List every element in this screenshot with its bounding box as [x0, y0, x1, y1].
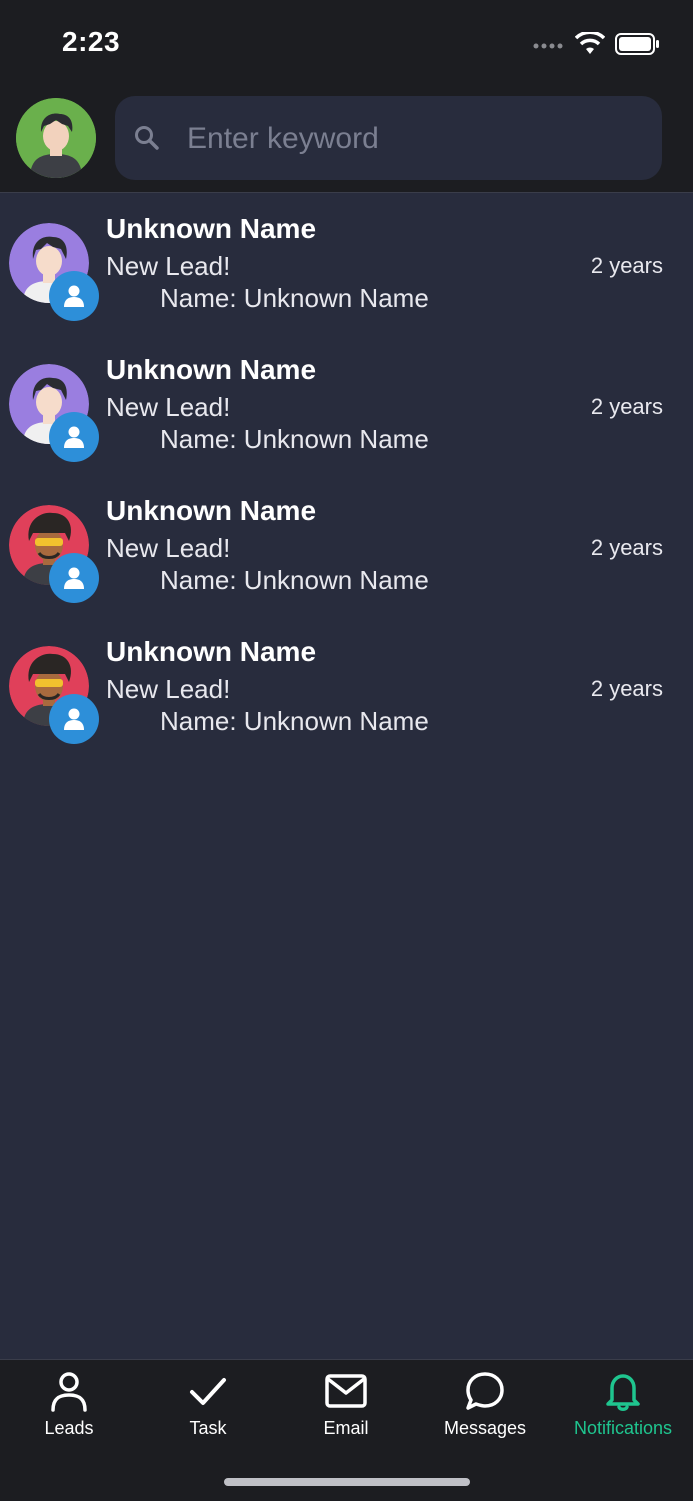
notification-detail: Name: Unknown Name: [160, 283, 429, 313]
status-icons: [533, 32, 661, 56]
notification-detail: Name: Unknown Name: [160, 424, 429, 454]
wifi-icon: [575, 32, 605, 54]
contact-badge-icon: [49, 271, 99, 321]
search-input[interactable]: [185, 114, 639, 164]
notification-item[interactable]: Unknown Name New Lead! Name: Unknown Nam…: [0, 334, 693, 475]
notification-item[interactable]: Unknown Name New Lead! Name: Unknown Nam…: [0, 475, 693, 616]
person-icon: [51, 1372, 87, 1412]
contact-badge-icon: [49, 553, 99, 603]
notification-title: Unknown Name: [106, 636, 317, 667]
header: [0, 88, 693, 193]
notification-title: Unknown Name: [106, 213, 317, 244]
notification-time: 2 years: [590, 676, 663, 701]
signal-icon: [533, 43, 563, 49]
check-icon: [190, 1378, 226, 1405]
tab-notifications[interactable]: Notifications: [554, 1370, 692, 1450]
chat-bubble-icon: [466, 1372, 504, 1410]
notification-subtitle: New Lead!: [106, 674, 231, 704]
home-indicator[interactable]: [224, 1478, 470, 1486]
contact-badge-icon: [49, 412, 99, 462]
notification-time: 2 years: [590, 394, 663, 419]
profile-avatar[interactable]: [16, 98, 96, 178]
tab-messages[interactable]: Messages: [416, 1370, 554, 1450]
tab-leads[interactable]: Leads: [0, 1370, 138, 1450]
mail-icon: [325, 1374, 367, 1408]
notification-title: Unknown Name: [106, 495, 317, 526]
bottom-tab-bar: Leads Task Email Messages Notifications: [0, 1359, 693, 1501]
tab-label: Task: [189, 1418, 227, 1438]
notification-time: 2 years: [590, 253, 663, 278]
avatar-wrap: [9, 223, 101, 321]
tab-email[interactable]: Email: [277, 1370, 415, 1450]
notification-list: Unknown Name New Lead! Name: Unknown Nam…: [0, 193, 693, 757]
avatar-wrap: [9, 505, 101, 603]
tab-label: Email: [323, 1418, 369, 1438]
avatar-wrap: [9, 364, 101, 462]
notification-detail: Name: Unknown Name: [160, 706, 429, 736]
notification-subtitle: New Lead!: [106, 533, 231, 563]
notification-title: Unknown Name: [106, 354, 317, 385]
avatar-wrap: [9, 646, 101, 744]
notification-time: 2 years: [590, 535, 663, 560]
notification-item[interactable]: Unknown Name New Lead! Name: Unknown Nam…: [0, 616, 693, 757]
search-icon: [135, 126, 159, 150]
bell-icon: [606, 1374, 640, 1411]
search-box: [115, 96, 662, 180]
notification-subtitle: New Lead!: [106, 251, 231, 281]
tab-label: Messages: [443, 1418, 527, 1438]
notification-item[interactable]: Unknown Name New Lead! Name: Unknown Nam…: [0, 193, 693, 334]
status-bar: 2:23: [0, 0, 693, 88]
notification-subtitle: New Lead!: [106, 392, 231, 422]
notification-detail: Name: Unknown Name: [160, 565, 429, 595]
contact-badge-icon: [49, 694, 99, 744]
battery-icon: [615, 33, 659, 55]
tab-label: Notifications: [573, 1418, 673, 1438]
user-avatar-icon: [16, 98, 96, 178]
tab-task[interactable]: Task: [139, 1370, 277, 1450]
status-time: 2:23: [62, 26, 121, 57]
tab-label: Leads: [44, 1418, 94, 1438]
